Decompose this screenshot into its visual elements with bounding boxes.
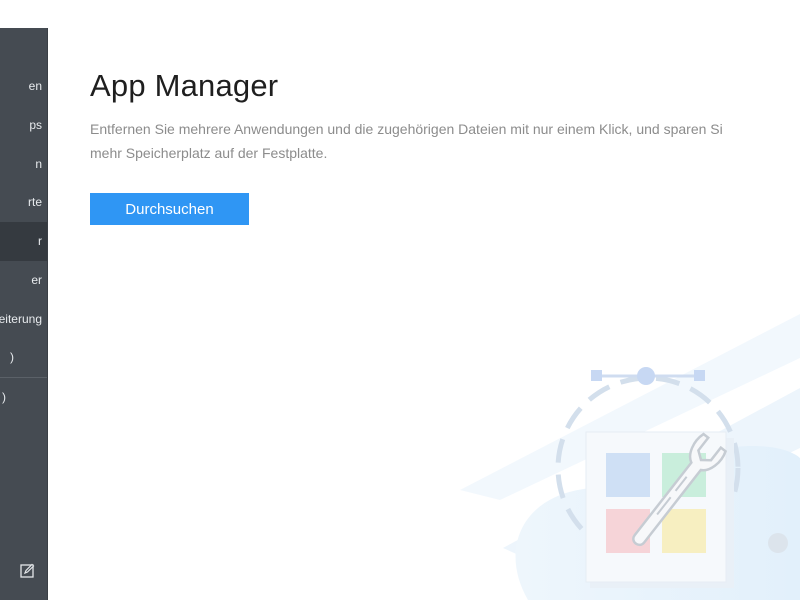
edit-note-icon[interactable] [19,562,37,580]
sidebar-item-label: ) [10,350,14,364]
sidebar-item-label: eiterung [0,312,42,326]
description-line-1: Entfernen Sie mehrere Anwendungen und di… [90,121,723,137]
sidebar-item-8[interactable]: ) [0,338,47,377]
sidebar-item-7[interactable]: eiterung [0,300,47,339]
page-description: Entfernen Sie mehrere Anwendungen und di… [90,117,800,165]
sidebar-item-label: er [31,273,42,287]
description-line-2: mehr Speicherplatz auf der Festplatte. [90,145,328,161]
sidebar-item-label: r [38,234,42,248]
sidebar-item-app-manager[interactable]: r [0,222,47,261]
sidebar-item-1[interactable]: en [0,67,47,106]
sidebar-item-label: en [28,79,42,93]
title-bar [0,0,800,28]
sidebar-item-6[interactable]: er [0,261,47,300]
main-content: App Manager Entfernen Sie mehrere Anwend… [48,28,800,600]
page-title: App Manager [90,68,279,103]
scan-button[interactable]: Durchsuchen [90,193,249,225]
sidebar-item-3[interactable]: n [0,145,47,184]
sidebar-item-label: rte [27,195,42,209]
app-tiles-with-wrench-illustration [460,314,800,600]
sidebar-item-label: ps [29,118,42,132]
sidebar-item-label: n [35,157,42,171]
app-manager-window: en ps n rte r er eiterung ) ) App Manage… [0,0,800,600]
sidebar: en ps n rte r er eiterung ) ) [0,28,48,600]
sidebar-item-2[interactable]: ps [0,106,47,145]
sidebar-item-label: ) [2,390,6,404]
sidebar-item-9[interactable]: ) [0,378,47,417]
sidebar-item-4[interactable]: rte [0,183,47,222]
